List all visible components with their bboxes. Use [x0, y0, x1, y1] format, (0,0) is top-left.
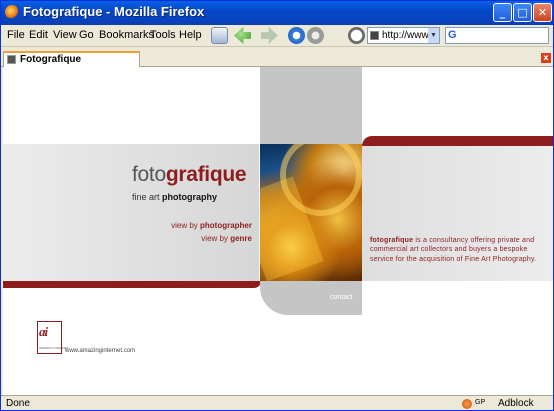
red-stripe-left: [3, 281, 261, 288]
menu-tools[interactable]: Tools: [150, 29, 176, 41]
tab-close-icon[interactable]: x: [541, 53, 551, 63]
status-text: Done: [6, 398, 30, 409]
tab-title: Fotografique: [20, 54, 82, 65]
url-dropdown-icon[interactable]: ▼: [428, 28, 439, 43]
google-search-icon[interactable]: G: [448, 29, 457, 41]
menu-go[interactable]: Go: [79, 29, 94, 41]
gp-icon[interactable]: [462, 399, 472, 409]
maximize-button[interactable]: □: [513, 3, 532, 22]
adblock-button[interactable]: Adblock: [498, 398, 534, 409]
mail-icon[interactable]: [211, 27, 228, 44]
stop-icon[interactable]: [307, 27, 324, 44]
tagline-bold: photography: [162, 192, 218, 202]
tagline-light: fine art: [132, 192, 163, 202]
tab-fotografique[interactable]: Fotografique: [3, 51, 140, 67]
menu-toolbar: File Edit View Go Bookmarks Tools Help h…: [1, 25, 553, 47]
site-logo[interactable]: fotografique: [132, 163, 247, 187]
contact-link[interactable]: contact: [330, 294, 353, 301]
url-text: http://www: [382, 30, 429, 41]
link-view-by-photographer[interactable]: view by photographer: [171, 221, 252, 230]
browser-window: Fotografique - Mozilla Firefox _ □ ✕ Fil…: [0, 0, 554, 411]
desc-brand: fotografique: [370, 237, 414, 244]
reload-icon[interactable]: [288, 27, 305, 44]
page-content: fotografique fine art photography view b…: [3, 67, 553, 395]
close-button[interactable]: ✕: [533, 3, 552, 22]
menu-file[interactable]: File: [7, 29, 25, 41]
red-stripe-right: [362, 136, 553, 146]
menu-edit[interactable]: Edit: [29, 29, 48, 41]
logo-bold: grafique: [165, 163, 247, 186]
history-icon[interactable]: [348, 27, 365, 44]
amazing-internet-logo[interactable]: ai AMAZING INTERNET: [37, 321, 69, 354]
ai-logo-letters: ai: [39, 324, 48, 339]
menu-view[interactable]: View: [53, 29, 77, 41]
menu-bookmarks[interactable]: Bookmarks: [99, 29, 154, 41]
tab-strip: Fotografique x: [1, 51, 553, 67]
link-view-by-genre[interactable]: view by genre: [201, 234, 252, 243]
tagline: fine art photography: [132, 192, 217, 202]
forward-icon[interactable]: [261, 27, 278, 44]
site-description: fotografique is a consultancy offering p…: [370, 236, 550, 264]
status-bar: Done GP Adblock: [1, 395, 553, 410]
menu-help[interactable]: Help: [179, 29, 202, 41]
featured-photo: [260, 144, 364, 281]
link-genre-label: genre: [230, 234, 252, 243]
tab-favicon-icon: [7, 55, 16, 64]
title-bar[interactable]: Fotografique - Mozilla Firefox _ □ ✕: [1, 1, 553, 25]
link-prefix: view by: [201, 234, 231, 243]
search-input[interactable]: G: [445, 27, 549, 44]
site-favicon-icon: [370, 31, 379, 40]
link-prefix: view by: [171, 221, 200, 230]
logo-light: foto: [132, 163, 166, 186]
back-icon[interactable]: [234, 27, 251, 44]
minimize-button[interactable]: _: [493, 3, 512, 22]
link-photographer-label: photographer: [200, 221, 252, 230]
url-bar[interactable]: http://www ▼: [367, 27, 440, 44]
window-title: Fotografique - Mozilla Firefox: [23, 4, 205, 19]
firefox-icon: [5, 5, 19, 19]
status-gp[interactable]: GP: [475, 399, 485, 406]
credit-link[interactable]: www.amazinginternet.com: [65, 348, 135, 354]
